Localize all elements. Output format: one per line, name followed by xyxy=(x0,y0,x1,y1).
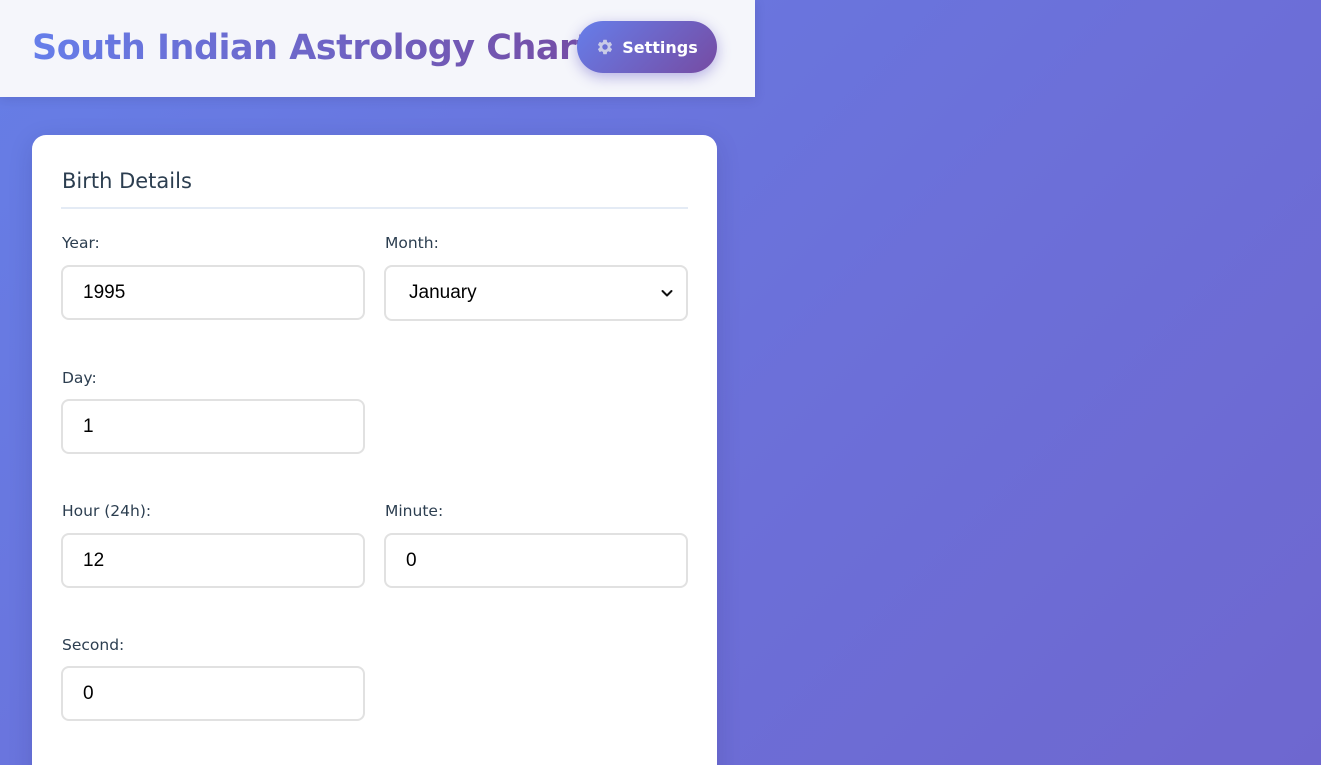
app-title: South Indian Astrology Charts xyxy=(32,24,613,72)
second-input[interactable] xyxy=(61,666,365,721)
hour-input[interactable] xyxy=(61,533,365,588)
second-label: Second: xyxy=(62,636,125,654)
year-label: Year: xyxy=(62,234,100,252)
birth-details-panel: Birth Details Year: Month: January Day: … xyxy=(32,135,717,765)
section-divider xyxy=(61,207,688,209)
day-label: Day: xyxy=(62,369,97,387)
month-label: Month: xyxy=(385,234,439,252)
year-input[interactable] xyxy=(61,265,365,320)
settings-button[interactable]: Settings xyxy=(577,21,717,73)
minute-label: Minute: xyxy=(385,502,444,520)
minute-input[interactable] xyxy=(384,533,688,588)
gear-icon xyxy=(596,38,614,56)
app-header: South Indian Astrology Charts Settings xyxy=(0,0,755,97)
day-input[interactable] xyxy=(61,399,365,454)
month-select[interactable]: January xyxy=(384,265,688,321)
section-title: Birth Details xyxy=(62,169,192,193)
hour-label: Hour (24h): xyxy=(62,502,152,520)
settings-button-label: Settings xyxy=(622,37,698,57)
chevron-down-icon xyxy=(660,286,674,300)
month-select-value: January xyxy=(409,282,477,303)
